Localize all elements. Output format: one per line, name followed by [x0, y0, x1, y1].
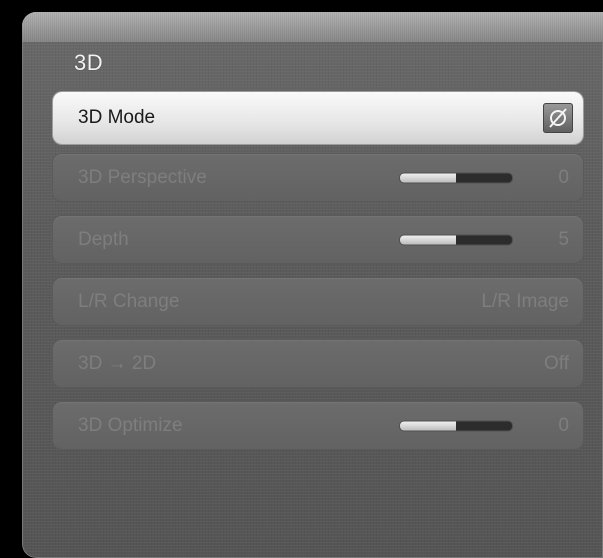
3d-menu-panel: 3D 3D Mode 3D Perspective 0 Depth 5 L/R … — [22, 12, 603, 558]
optimize-slider[interactable] — [400, 421, 512, 430]
menu-item-value: Off — [544, 352, 569, 374]
menu-item-3d-perspective[interactable]: 3D Perspective 0 — [53, 154, 583, 201]
slider-fill — [400, 173, 456, 182]
menu-item-lr-change[interactable]: L/R Change L/R Image — [53, 278, 583, 325]
menu-item-value: 0 — [558, 166, 569, 188]
menu-item-value: L/R Image — [481, 290, 569, 312]
menu-item-label: 3D Perspective — [78, 166, 207, 188]
perspective-slider[interactable] — [400, 173, 512, 182]
slider-fill — [400, 421, 456, 430]
3d-off-icon — [543, 103, 573, 133]
menu-item-3d-mode[interactable]: 3D Mode — [53, 92, 583, 144]
menu-item-value: 5 — [558, 228, 569, 250]
slider-fill — [400, 235, 456, 244]
menu-item-label: 3D → 2D — [78, 352, 157, 374]
menu-item-3d-to-2d[interactable]: 3D → 2D Off — [53, 340, 583, 387]
menu-item-depth[interactable]: Depth 5 — [53, 216, 583, 263]
menu-item-label: Depth — [78, 228, 129, 250]
menu-title: 3D — [74, 50, 104, 75]
menu-item-label: 3D Optimize — [78, 414, 183, 436]
panel-top-strip — [22, 12, 603, 42]
menu-list: 3D Mode 3D Perspective 0 Depth 5 L/R Cha… — [53, 92, 583, 464]
menu-item-value: 0 — [558, 414, 569, 436]
depth-slider[interactable] — [400, 235, 512, 244]
menu-item-label: 3D Mode — [78, 107, 156, 128]
menu-item-label: L/R Change — [78, 290, 180, 312]
menu-item-3d-optimize[interactable]: 3D Optimize 0 — [53, 402, 583, 449]
